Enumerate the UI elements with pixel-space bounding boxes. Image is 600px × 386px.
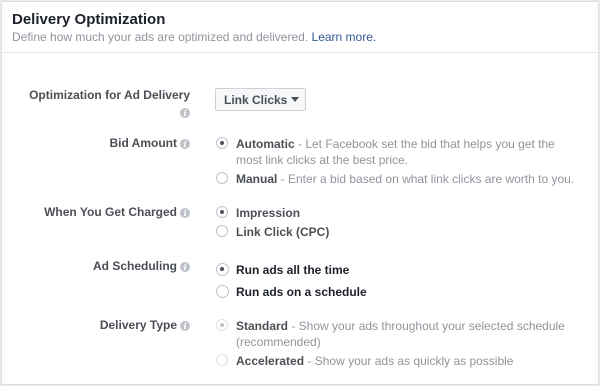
- radio-impression[interactable]: [216, 206, 228, 218]
- section-title: Delivery Optimization: [12, 11, 166, 28]
- option-desc: - Show your ads as quickly as possible: [304, 354, 514, 368]
- delivery-type-label-text: Delivery Type: [99, 318, 177, 332]
- option-title: Run ads all the time: [236, 263, 350, 277]
- delivery-type-label: Delivery Type i: [100, 318, 190, 332]
- option-desc: - Show your ads throughout your selected…: [288, 319, 565, 333]
- charged-option-link-click-text: Link Click (CPC): [236, 224, 329, 240]
- info-icon[interactable]: i: [180, 262, 190, 272]
- option-title: Manual: [236, 172, 278, 186]
- radio-automatic[interactable]: [216, 137, 228, 149]
- caret-down-icon: [291, 97, 300, 102]
- option-desc: - Enter a bid based on what link clicks …: [277, 172, 575, 186]
- header-divider: [2, 52, 598, 53]
- delivery-option-standard-text: Standard - Show your ads throughout your…: [236, 318, 565, 350]
- charged-label: When You Get Charged i: [44, 205, 190, 219]
- delivery-optimization-panel: Delivery Optimization Define how much yo…: [1, 1, 599, 385]
- radio-schedule[interactable]: [216, 285, 229, 298]
- charged-option-impression-text: Impression: [236, 205, 300, 221]
- option-title: Link Click (CPC): [236, 225, 330, 239]
- option-title: Run ads on a schedule: [236, 285, 367, 299]
- bid-option-manual-text: Manual - Enter a bid based on what link …: [236, 171, 574, 187]
- option-title: Standard: [236, 319, 289, 333]
- info-icon[interactable]: i: [180, 321, 190, 331]
- optimization-dropdown-value: Link Clicks: [224, 93, 288, 107]
- radio-standard: [216, 319, 228, 331]
- optimization-label-text: Optimization for Ad Delivery: [29, 88, 190, 102]
- option-desc-2: (recommended): [236, 335, 321, 349]
- scheduling-label: Ad Scheduling i: [93, 259, 190, 273]
- radio-accelerated: [216, 354, 228, 366]
- radio-link-click[interactable]: [216, 225, 228, 237]
- radio-all-time[interactable]: [216, 263, 229, 276]
- optimization-dropdown[interactable]: Link Clicks: [215, 88, 306, 111]
- charged-label-text: When You Get Charged: [44, 205, 177, 219]
- info-icon[interactable]: i: [180, 108, 190, 118]
- info-icon[interactable]: i: [180, 208, 190, 218]
- scheduling-label-text: Ad Scheduling: [93, 259, 177, 273]
- learn-more-link[interactable]: Learn more.: [312, 30, 377, 44]
- option-title: Impression: [236, 206, 301, 220]
- info-icon[interactable]: i: [180, 139, 190, 149]
- radio-manual[interactable]: [216, 172, 228, 184]
- info-icon-wrap: i: [29, 105, 190, 119]
- option-title: Accelerated: [236, 354, 305, 368]
- subtitle-text: Define how much your ads are optimized a…: [12, 30, 309, 44]
- option-title: Automatic: [236, 137, 295, 151]
- delivery-option-accelerated-text: Accelerated - Show your ads as quickly a…: [236, 353, 513, 369]
- optimization-label: Optimization for Ad Delivery i: [29, 88, 190, 119]
- section-subtitle: Define how much your ads are optimized a…: [12, 30, 376, 44]
- bid-amount-label: Bid Amount i: [109, 136, 190, 150]
- option-desc-2: most link clicks at the best price.: [236, 153, 409, 167]
- option-desc: - Let Facebook set the bid that helps yo…: [294, 137, 555, 151]
- bid-amount-label-text: Bid Amount: [109, 136, 177, 150]
- bid-option-automatic-text: Automatic - Let Facebook set the bid tha…: [236, 136, 555, 168]
